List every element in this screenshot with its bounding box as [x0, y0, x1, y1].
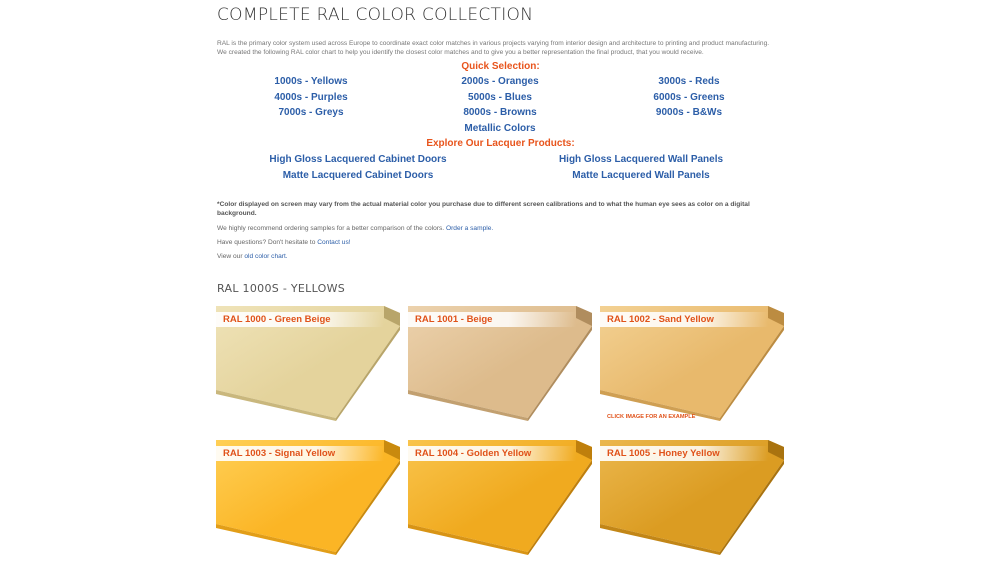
- intro-line-2: We created the following RAL color chart…: [217, 49, 704, 56]
- samples-text: We highly recommend ordering samples for…: [217, 225, 445, 232]
- old-chart-note: View our old color chart.: [217, 252, 782, 261]
- link-metallic-colors[interactable]: Metallic Colors: [435, 123, 565, 134]
- intro-line-1: RAL is the primary color system used acr…: [217, 40, 770, 47]
- ral-swatch-4[interactable]: RAL 1003 - Signal Yellow: [216, 440, 400, 555]
- swatch-label: RAL 1001 - Beige: [408, 312, 576, 327]
- link-matte-cabinet-doors[interactable]: Matte Lacquered Cabinet Doors: [258, 170, 458, 181]
- link-7000s-greys[interactable]: 7000s - Greys: [246, 107, 376, 118]
- link-1000s-yellows[interactable]: 1000s - Yellows: [246, 76, 376, 87]
- ral-swatch-5[interactable]: RAL 1004 - Golden Yellow: [408, 440, 592, 555]
- disclaimer: *Color displayed on screen may vary from…: [217, 200, 782, 218]
- link-high-gloss-wall-panels[interactable]: High Gloss Lacquered Wall Panels: [541, 154, 741, 165]
- swatch-label: RAL 1000 - Green Beige: [216, 312, 384, 327]
- order-sample-link[interactable]: Order a sample.: [446, 225, 493, 232]
- link-3000s-reds[interactable]: 3000s - Reds: [624, 76, 754, 87]
- click-image-hint: CLICK IMAGE FOR AN EXAMPLE: [607, 414, 696, 420]
- samples-note: We highly recommend ordering samples for…: [217, 224, 782, 233]
- contact-us-link[interactable]: Contact us!: [317, 239, 350, 246]
- ral-swatch-3[interactable]: RAL 1002 - Sand Yellow: [600, 306, 784, 421]
- link-5000s-blues[interactable]: 5000s - Blues: [435, 92, 565, 103]
- intro-text: RAL is the primary color system used acr…: [217, 39, 782, 57]
- ral-swatch-6[interactable]: RAL 1005 - Honey Yellow: [600, 440, 784, 555]
- ral-swatch-1[interactable]: RAL 1000 - Green Beige: [216, 306, 400, 421]
- swatch-label: RAL 1004 - Golden Yellow: [408, 446, 576, 461]
- link-2000s-oranges[interactable]: 2000s - Oranges: [435, 76, 565, 87]
- link-high-gloss-cabinet-doors[interactable]: High Gloss Lacquered Cabinet Doors: [258, 154, 458, 165]
- quick-selection-heading: Quick Selection:: [461, 61, 540, 72]
- disclaimer-text: *Color displayed on screen may vary from…: [217, 201, 750, 217]
- old-chart-text: View our: [217, 253, 243, 260]
- swatch-label: RAL 1005 - Honey Yellow: [600, 446, 768, 461]
- swatch-label: RAL 1002 - Sand Yellow: [600, 312, 768, 327]
- link-matte-wall-panels[interactable]: Matte Lacquered Wall Panels: [541, 170, 741, 181]
- ral-swatch-2[interactable]: RAL 1001 - Beige: [408, 306, 592, 421]
- section-title-yellows: RAL 1000S - YELLOWS: [217, 282, 346, 295]
- lacquer-heading: Explore Our Lacquer Products:: [426, 138, 575, 149]
- link-6000s-greens[interactable]: 6000s - Greens: [624, 92, 754, 103]
- questions-text: Have questions? Don't hesitate to: [217, 239, 316, 246]
- old-color-chart-link[interactable]: old color chart.: [244, 253, 287, 260]
- link-4000s-purples[interactable]: 4000s - Purples: [246, 92, 376, 103]
- link-8000s-browns[interactable]: 8000s - Browns: [435, 107, 565, 118]
- questions-note: Have questions? Don't hesitate to Contac…: [217, 238, 782, 247]
- page-title: COMPLETE RAL COLOR COLLECTION: [217, 5, 534, 25]
- link-9000s-bws[interactable]: 9000s - B&Ws: [624, 107, 754, 118]
- swatch-label: RAL 1003 - Signal Yellow: [216, 446, 384, 461]
